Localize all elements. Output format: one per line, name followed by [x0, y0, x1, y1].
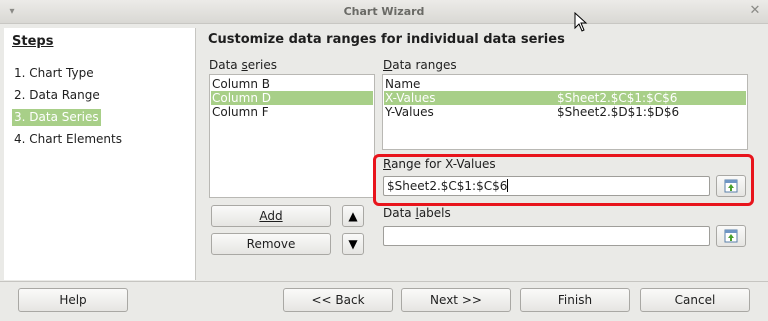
window-title: Chart Wizard [343, 5, 425, 18]
remove-button[interactable]: Remove [211, 233, 331, 255]
range-role-x-values: X-Values [385, 91, 436, 105]
data-range-row-x-values[interactable]: X-Values $Sheet2.$C$1:$C$6 [384, 91, 746, 105]
data-ranges-list[interactable]: Name X-Values $Sheet2.$C$1:$C$6 Y-Values… [382, 74, 748, 150]
range-value-x-values: $Sheet2.$C$1:$C$6 [557, 91, 678, 105]
add-button[interactable]: Add [211, 205, 331, 227]
data-series-label: Data series [209, 58, 278, 72]
finish-button[interactable]: Finish [520, 288, 630, 312]
step-data-series[interactable]: 3. Data Series [12, 109, 101, 126]
next-button[interactable]: Next >> [401, 288, 511, 312]
back-label: << Back [311, 293, 365, 307]
mouse-cursor-icon [574, 12, 588, 32]
down-arrow-icon: ▼ [348, 237, 358, 251]
help-button[interactable]: Help [18, 288, 128, 312]
steps-panel: Steps 1. Chart Type 2. Data Range 3. Dat… [4, 28, 196, 280]
data-range-row-name[interactable]: Name [384, 77, 746, 91]
select-range-icon [724, 229, 738, 243]
remove-label: Remove [246, 237, 296, 251]
back-button[interactable]: << Back [283, 288, 393, 312]
range-for-value: $Sheet2.$C$1:$C$6 [387, 179, 508, 193]
select-range-icon [724, 179, 738, 193]
cancel-button[interactable]: Cancel [640, 288, 750, 312]
close-icon[interactable]: ✕ [748, 4, 762, 18]
range-role-y-values: Y-Values [385, 105, 434, 119]
range-value-y-values: $Sheet2.$D$1:$D$6 [557, 105, 680, 119]
range-role-name: Name [385, 77, 421, 91]
step-chart-elements[interactable]: 4. Chart Elements [12, 131, 124, 148]
data-series-item-column-d[interactable]: Column D [211, 91, 373, 105]
select-range-button[interactable] [716, 175, 746, 197]
steps-title: Steps [12, 34, 54, 49]
select-labels-range-button[interactable] [716, 225, 746, 247]
up-arrow-icon: ▲ [348, 209, 358, 223]
move-up-button[interactable]: ▲ [342, 205, 364, 227]
data-labels-input[interactable] [383, 226, 710, 246]
title-bar: ▾ Chart Wizard ✕ [0, 0, 768, 24]
move-down-button[interactable]: ▼ [342, 233, 364, 255]
range-for-input[interactable]: $Sheet2.$C$1:$C$6 [383, 176, 710, 196]
help-label: Help [59, 293, 87, 307]
data-labels-label: Data labels [383, 206, 451, 220]
page-heading: Customize data ranges for individual dat… [208, 32, 565, 47]
data-series-list[interactable]: Column B Column D Column F [209, 74, 375, 198]
next-label: Next >> [430, 293, 482, 307]
footer-separator [0, 281, 768, 282]
text-caret [507, 179, 509, 192]
data-series-item-column-b[interactable]: Column B [211, 77, 373, 91]
range-for-label: Range for X-Values [383, 157, 496, 171]
finish-label: Finish [557, 293, 593, 307]
data-range-row-y-values[interactable]: Y-Values $Sheet2.$D$1:$D$6 [384, 105, 746, 119]
cancel-label: Cancel [674, 293, 716, 307]
step-chart-type[interactable]: 1. Chart Type [12, 65, 96, 82]
data-series-item-column-f[interactable]: Column F [211, 105, 373, 119]
add-label: Add [259, 209, 283, 223]
data-ranges-label: Data ranges [383, 58, 457, 72]
step-data-range[interactable]: 2. Data Range [12, 87, 102, 104]
